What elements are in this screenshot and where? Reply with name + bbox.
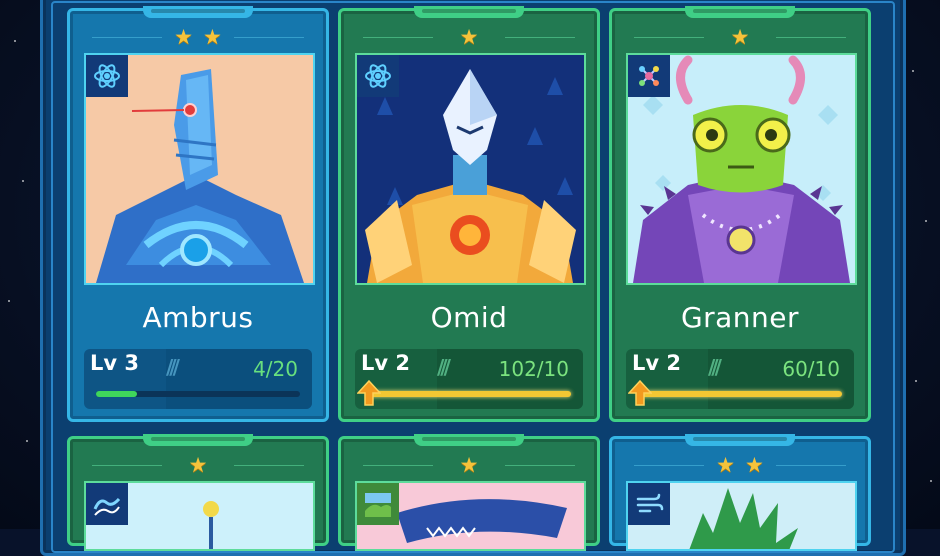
- star-icon: ★: [745, 453, 764, 477]
- star-rating: ★ ★: [612, 454, 868, 476]
- upgrade-arrow-icon: [356, 379, 382, 411]
- level-box: Lv 3 /// 4/20: [84, 349, 312, 409]
- star-icon: ★: [203, 25, 222, 49]
- wind-icon: [628, 483, 670, 525]
- hero-portrait: [626, 53, 857, 285]
- star-rating: ★: [612, 26, 868, 48]
- landscape-icon: [357, 483, 399, 525]
- upgrade-arrow-icon: [627, 379, 653, 411]
- level-label: Lv 2: [361, 351, 410, 375]
- card-progress: 4/20: [253, 357, 298, 381]
- star-rating: ★ ★: [70, 26, 326, 48]
- card-tab: [685, 434, 795, 446]
- star-icon: ★: [459, 453, 479, 477]
- hero-portrait: [355, 481, 586, 551]
- hero-portrait: [84, 481, 315, 551]
- level-label: Lv 3: [90, 351, 139, 375]
- card-tab: [143, 434, 253, 446]
- star-icon: ★: [459, 25, 479, 49]
- hero-portrait: [626, 481, 857, 551]
- card-tab: [685, 6, 795, 18]
- hero-card-granner[interactable]: ★ Granner Lv 2 /// 60/10: [609, 6, 871, 422]
- atom-icon: [357, 55, 399, 97]
- card-tab: [143, 6, 253, 18]
- hero-name: Ambrus: [142, 301, 254, 334]
- hero-card-omid[interactable]: ★ Omid Lv 2 /// 102/10: [338, 6, 600, 422]
- progress-fill: [367, 391, 571, 397]
- wave-icon: [86, 483, 128, 525]
- progress-track: [96, 391, 300, 397]
- card-tab: [414, 434, 524, 446]
- hero-portrait: [355, 53, 586, 285]
- star-icon: ★: [730, 25, 750, 49]
- star-rating: ★: [341, 454, 597, 476]
- hero-card-bottom-1[interactable]: ★: [67, 434, 329, 551]
- progress-fill: [96, 391, 137, 397]
- star-icon: ★: [188, 453, 208, 477]
- level-label: Lv 2: [632, 351, 681, 375]
- hero-card-ambrus[interactable]: ★ ★ Ambrus Lv 3 /// 4/20: [67, 6, 329, 422]
- star-rating: ★: [70, 454, 326, 476]
- progress-track: [367, 391, 571, 397]
- hero-card-bottom-3[interactable]: ★ ★: [609, 434, 871, 551]
- star-icon: ★: [716, 453, 735, 477]
- card-progress: 60/10: [782, 357, 840, 381]
- hero-name: Granner: [680, 301, 800, 334]
- card-tab: [414, 6, 524, 18]
- molecule-icon: [628, 55, 670, 97]
- hero-card-bottom-2[interactable]: ★: [338, 434, 600, 551]
- progress-fill: [638, 391, 842, 397]
- hero-name: Omid: [430, 301, 508, 334]
- star-icon: ★: [174, 25, 193, 49]
- card-progress: 102/10: [498, 357, 569, 381]
- level-box: Lv 2 /// 102/10: [355, 349, 583, 409]
- level-box: Lv 2 /// 60/10: [626, 349, 854, 409]
- hero-portrait: [84, 53, 315, 285]
- progress-track: [638, 391, 842, 397]
- star-rating: ★: [341, 26, 597, 48]
- atom-icon: [86, 55, 128, 97]
